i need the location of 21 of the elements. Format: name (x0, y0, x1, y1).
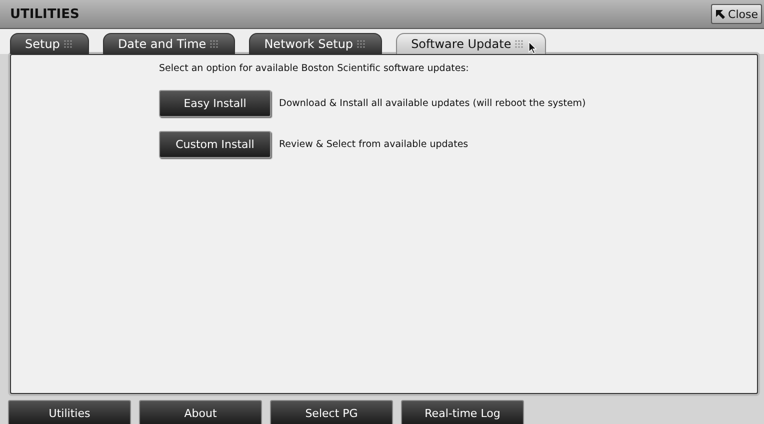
nav-button[interactable]: Utilities (8, 400, 131, 424)
grip-icon (515, 40, 524, 48)
nav-button[interactable]: Select PG (270, 400, 393, 424)
tab[interactable]: Setup (10, 33, 89, 54)
grip-icon (64, 40, 72, 48)
close-button[interactable]: Close (711, 4, 762, 24)
tab[interactable]: Date and Time (102, 33, 236, 54)
tab[interactable]: Software Update (396, 33, 546, 54)
install-button[interactable]: Easy Install (159, 90, 271, 117)
install-button[interactable]: Custom Install (159, 131, 271, 158)
arrow-icon (715, 8, 726, 20)
nav-button[interactable]: About (139, 400, 262, 424)
option-description: Download & Install all available updates (will reboot the system) (279, 98, 586, 109)
window-title: UTILITIES (10, 6, 80, 22)
grip-icon (210, 40, 218, 48)
grip-icon (357, 40, 366, 48)
tab[interactable]: Network Setup (249, 33, 382, 54)
prompt-text: Select an option for available Boston Scientific software updates: (159, 63, 470, 74)
option-description: Review & Select from available updates (279, 139, 468, 150)
pointer-icon (528, 41, 538, 54)
nav-button[interactable]: Real-time Log (401, 400, 524, 424)
